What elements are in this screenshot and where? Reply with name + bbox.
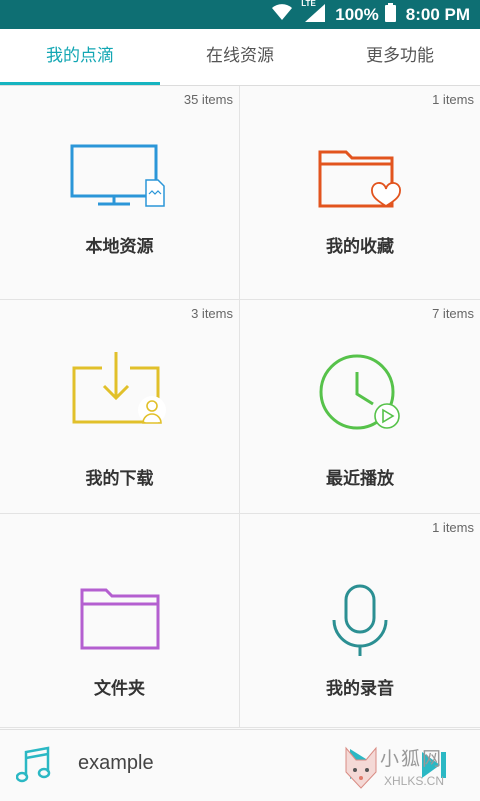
microphone-icon	[330, 584, 390, 662]
grid-item-recordings[interactable]: 1 items 我的录音	[240, 514, 480, 728]
play-icon[interactable]	[348, 747, 376, 785]
battery-percent: 100%	[335, 4, 379, 24]
grid-item-recent-plays[interactable]: 7 items 最近播放	[240, 300, 480, 514]
next-icon[interactable]	[420, 750, 448, 784]
track-title: example	[78, 752, 154, 774]
item-count: 35 items	[183, 92, 233, 107]
tab-more-features[interactable]: 更多功能	[320, 29, 480, 85]
item-count: 3 items	[191, 306, 233, 321]
music-note-icon	[15, 746, 52, 788]
mini-player[interactable]: example	[0, 729, 480, 801]
wifi-icon	[271, 3, 293, 26]
network-type: LTE	[301, 0, 316, 8]
grid-item-label: 我的录音	[326, 679, 394, 699]
grid-item-label: 我的收藏	[326, 237, 394, 257]
grid-item-label: 本地资源	[85, 237, 154, 257]
tab-bar: 我的点滴 在线资源 更多功能	[0, 29, 480, 86]
battery-icon	[384, 2, 396, 27]
download-icon	[72, 350, 168, 438]
active-tab-indicator	[0, 82, 160, 85]
status-bar: LTE 100% 8:00 PM	[0, 0, 480, 29]
folder-heart-icon	[318, 144, 402, 216]
grid-item-label: 文件夹	[94, 679, 145, 699]
item-count: 1 items	[432, 92, 474, 107]
folder-icon	[80, 586, 160, 656]
category-grid: 35 items 本地资源 1 items 我的收藏 3 items 我的下载 …	[0, 86, 480, 729]
clock-time: 8:00 PM	[405, 4, 470, 24]
grid-item-folders[interactable]: 文件夹	[0, 514, 240, 728]
item-count: 1 items	[432, 520, 474, 535]
item-count: 7 items	[432, 306, 474, 321]
grid-item-local-resources[interactable]: 35 items 本地资源	[0, 86, 240, 300]
tab-my-items[interactable]: 我的点滴	[0, 29, 160, 85]
grid-item-label: 最近播放	[326, 469, 394, 489]
grid-item-label: 我的下载	[85, 469, 154, 489]
grid-item-downloads[interactable]: 3 items 我的下载	[0, 300, 240, 514]
tab-online-resources[interactable]: 在线资源	[160, 29, 320, 85]
clock-play-icon	[317, 354, 403, 434]
grid-item-favorites[interactable]: 1 items 我的收藏	[240, 86, 480, 300]
monitor-icon	[70, 144, 170, 214]
signal-icon: LTE	[301, 0, 326, 27]
